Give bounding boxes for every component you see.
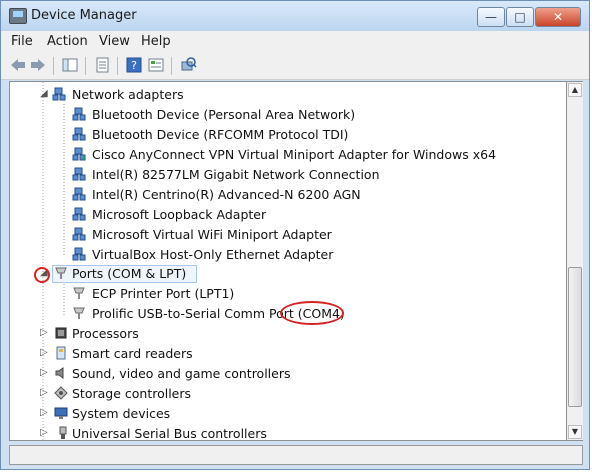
menu-bar: File Action View Help [1, 31, 589, 54]
device-manager-window: Device Manager — □ ✕ File Action View He… [0, 0, 590, 470]
toolbar: ? [1, 53, 589, 80]
tree-item-label: Microsoft Virtual WiFi Miniport Adapter [92, 227, 332, 242]
tree-category-label: Storage controllers [72, 386, 192, 401]
tree-category-usb[interactable]: ▷ Universal Serial Bus controllers [10, 424, 566, 441]
tree-item[interactable]: Cisco AnyConnect VPN Virtual Miniport Ad… [10, 145, 566, 165]
annotation-circle [34, 267, 50, 283]
tree-item[interactable]: Intel(R) Centrino(R) Advanced-N 6200 AGN [10, 185, 566, 205]
system-devices-icon [54, 407, 68, 419]
network-adapter-icon [72, 147, 86, 161]
help-icon[interactable]: ? [125, 56, 143, 74]
details-icon[interactable] [147, 56, 165, 74]
tree-item[interactable]: Prolific USB-to-Serial Comm Port (COM4) [10, 301, 566, 325]
network-adapter-icon [72, 107, 86, 121]
status-bar [9, 445, 583, 465]
expand-icon[interactable]: ▷ [40, 408, 48, 418]
menu-view[interactable]: View [99, 34, 130, 49]
expand-icon[interactable]: ▷ [40, 388, 48, 398]
tree-item-label: ECP Printer Port (LPT1) [92, 286, 235, 301]
network-adapter-icon [72, 127, 86, 141]
tree-item-label: Cisco AnyConnect VPN Virtual Miniport Ad… [92, 147, 497, 162]
menu-file[interactable]: File [11, 34, 33, 49]
collapse-icon[interactable]: ◢ [40, 89, 48, 99]
expand-icon[interactable]: ▷ [40, 428, 48, 438]
tree-category-sound[interactable]: ▷ Sound, video and game controllers [10, 364, 566, 384]
window-title: Device Manager [31, 8, 137, 23]
menu-action[interactable]: Action [47, 34, 88, 49]
properties-icon[interactable] [93, 56, 111, 74]
expand-icon[interactable]: ▷ [40, 368, 48, 378]
network-adapter-icon [72, 167, 86, 181]
tree-category-network-adapters[interactable]: ◢ Network adapters [10, 85, 566, 105]
expand-icon[interactable]: ▷ [40, 348, 48, 358]
back-icon[interactable] [9, 56, 27, 74]
tree-item[interactable]: ECP Printer Port (LPT1) [10, 284, 566, 304]
menu-help[interactable]: Help [141, 34, 171, 49]
close-button[interactable]: ✕ [535, 7, 581, 27]
tree-item-label: VirtualBox Host-Only Ethernet Adapter [92, 247, 334, 262]
network-adapter-icon [52, 87, 66, 101]
processor-icon [55, 327, 67, 339]
show-hide-tree-icon[interactable] [61, 56, 79, 74]
tree-item-label: Bluetooth Device (RFCOMM Protocol TDI) [92, 127, 349, 142]
tree-item[interactable]: Bluetooth Device (RFCOMM Protocol TDI) [10, 125, 566, 145]
forward-icon[interactable] [29, 56, 47, 74]
tree-category-smart-card[interactable]: ▷ Smart card readers [10, 344, 566, 364]
scroll-up-button[interactable]: ▲ [568, 83, 582, 97]
title-bar[interactable]: Device Manager — □ ✕ [1, 1, 589, 31]
network-adapter-icon [72, 207, 86, 221]
vertical-scrollbar[interactable]: ▲ ▼ [567, 81, 583, 441]
tree-item[interactable]: Bluetooth Device (Personal Area Network) [10, 105, 566, 125]
tree-category-label: Processors [72, 326, 139, 341]
minimize-button[interactable]: — [477, 7, 505, 27]
device-tree[interactable]: ◢ Network adapters Bluetooth Device (Per… [9, 81, 567, 441]
svg-text:?: ? [131, 59, 137, 72]
tree-item-label: Bluetooth Device (Personal Area Network) [92, 107, 356, 122]
network-adapter-icon [72, 247, 86, 261]
tree-category-label: Universal Serial Bus controllers [72, 426, 267, 441]
tree-category-ports[interactable]: ◢ Ports (COM & LPT) [10, 264, 566, 284]
tree-item[interactable]: Microsoft Virtual WiFi Miniport Adapter [10, 225, 566, 245]
tree-category-processors[interactable]: ▷ Processors [10, 324, 566, 344]
tree-item-label: Microsoft Loopback Adapter [92, 207, 267, 222]
smart-card-reader-icon [56, 346, 66, 360]
tree-category-label: Sound, video and game controllers [72, 366, 291, 381]
network-adapter-icon [72, 227, 86, 241]
port-icon [73, 307, 85, 319]
tree-category-label: Network adapters [72, 87, 184, 102]
network-adapter-icon [72, 187, 86, 201]
port-icon [55, 267, 67, 279]
expand-icon[interactable]: ▷ [40, 328, 48, 338]
device-manager-icon [9, 8, 27, 24]
tree-category-label: System devices [72, 406, 171, 421]
scroll-down-button[interactable]: ▼ [568, 425, 582, 439]
scan-hardware-icon[interactable] [179, 56, 197, 74]
scroll-thumb[interactable] [568, 267, 582, 407]
tree-item-label: Intel(R) Centrino(R) Advanced-N 6200 AGN [92, 187, 361, 202]
port-icon [73, 287, 85, 299]
storage-controller-icon [54, 386, 68, 400]
speaker-icon [55, 367, 64, 379]
tree-category-system[interactable]: ▷ System devices [10, 404, 566, 424]
tree-category-label: Smart card readers [72, 346, 193, 361]
maximize-button[interactable]: □ [506, 7, 534, 27]
tree-item[interactable]: Intel(R) 82577LM Gigabit Network Connect… [10, 165, 566, 185]
tree-item[interactable]: VirtualBox Host-Only Ethernet Adapter [10, 245, 566, 265]
annotation-ellipse [280, 301, 344, 325]
tree-item[interactable]: Microsoft Loopback Adapter [10, 205, 566, 225]
tree-category-label: Ports (COM & LPT) [72, 266, 187, 281]
tree-category-storage[interactable]: ▷ Storage controllers [10, 384, 566, 404]
tree-item-label: Intel(R) 82577LM Gigabit Network Connect… [92, 167, 380, 182]
usb-controller-icon [59, 426, 67, 439]
